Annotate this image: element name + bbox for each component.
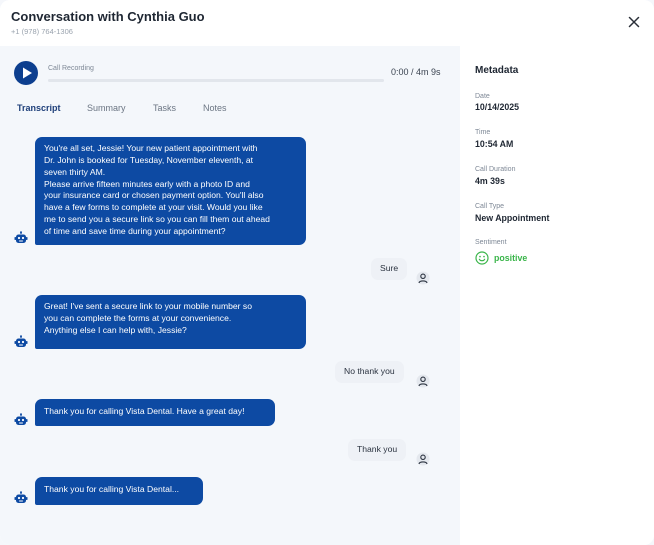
time-value: 10:54 AM bbox=[475, 139, 514, 149]
user-icon bbox=[416, 452, 430, 466]
message-line: seven thirty AM. bbox=[44, 166, 106, 177]
play-icon bbox=[23, 67, 32, 79]
conversation-modal: Conversation with Cynthia Guo +1 (978) 7… bbox=[0, 0, 654, 545]
page-title: Conversation with Cynthia Guo bbox=[11, 9, 205, 24]
phone-number: +1 (978) 764-1306 bbox=[11, 27, 73, 36]
bot-message: Great! I've sent a secure link to your m… bbox=[35, 295, 306, 349]
message-line: Anything else I can help with, Jessie? bbox=[44, 324, 187, 335]
message-line: Please arrive fifteen minutes early with… bbox=[44, 178, 250, 189]
user-message: Thank you bbox=[348, 439, 407, 461]
message-line: Sure bbox=[380, 263, 399, 274]
metadata-title: Metadata bbox=[475, 65, 519, 76]
close-button[interactable] bbox=[626, 14, 642, 30]
sentiment-indicator: positive bbox=[475, 251, 527, 265]
message-line: No thank you bbox=[344, 366, 395, 377]
message-line: Thank you for calling Vista Dental. Have… bbox=[44, 406, 245, 416]
user-message: Sure bbox=[371, 258, 408, 280]
call-type-value: New Appointment bbox=[475, 213, 550, 223]
sentiment-label: Sentiment bbox=[475, 239, 507, 246]
robot-icon bbox=[14, 491, 28, 503]
robot-icon bbox=[14, 413, 28, 425]
message-line: of time and save time during your appoin… bbox=[44, 226, 226, 237]
tab-tasks[interactable]: Tasks bbox=[153, 103, 176, 113]
recording-time: 0:00 / 4m 9s bbox=[391, 67, 441, 77]
recording-progress-bar[interactable] bbox=[48, 79, 384, 82]
close-icon bbox=[628, 16, 640, 28]
bot-message: You're all set, Jessie! Your new patient… bbox=[35, 137, 306, 245]
message-line: Dr. John is booked for Tuesday, November… bbox=[44, 154, 254, 165]
modal-header: Conversation with Cynthia Guo +1 (978) 7… bbox=[0, 0, 654, 46]
message-line: your insurance card or chosen payment op… bbox=[44, 190, 264, 201]
message-line: You're all set, Jessie! Your new patient… bbox=[44, 143, 258, 153]
message-line: me to send you a secure link so you can … bbox=[44, 214, 270, 225]
robot-icon bbox=[14, 335, 28, 347]
user-icon bbox=[416, 374, 430, 388]
date-label: Date bbox=[475, 93, 490, 100]
message-line: Thank you for calling Vista Dental... bbox=[44, 484, 180, 494]
robot-icon bbox=[14, 231, 28, 243]
call-type-label: Call Type bbox=[475, 203, 505, 210]
smiley-icon bbox=[475, 251, 489, 265]
message-line: have a few forms to complete at your vis… bbox=[44, 202, 263, 213]
play-button[interactable] bbox=[14, 61, 38, 85]
transcript-panel: Call Recording 0:00 / 4m 9s Transcript S… bbox=[0, 46, 460, 545]
sentiment-value: positive bbox=[494, 253, 528, 263]
tab-summary[interactable]: Summary bbox=[87, 103, 126, 113]
bot-message: Thank you for calling Vista Dental... bbox=[35, 477, 203, 505]
recording-label: Call Recording bbox=[48, 65, 94, 72]
tab-transcript[interactable]: Transcript bbox=[17, 103, 61, 113]
message-line: you can complete the forms at your conve… bbox=[44, 312, 232, 323]
message-line: Thank you bbox=[357, 444, 398, 455]
bot-message: Thank you for calling Vista Dental. Have… bbox=[35, 399, 275, 426]
time-label: Time bbox=[475, 129, 491, 136]
duration-value: 4m 39s bbox=[475, 176, 505, 186]
tab-notes[interactable]: Notes bbox=[203, 103, 227, 113]
metadata-panel: Metadata Date 10/14/2025 Time 10:54 AM C… bbox=[460, 46, 654, 545]
duration-label: Call Duration bbox=[475, 166, 516, 173]
user-message: No thank you bbox=[335, 361, 404, 383]
message-line: Great! I've sent a secure link to your m… bbox=[44, 301, 252, 311]
user-icon bbox=[416, 271, 430, 285]
date-value: 10/14/2025 bbox=[475, 102, 520, 112]
